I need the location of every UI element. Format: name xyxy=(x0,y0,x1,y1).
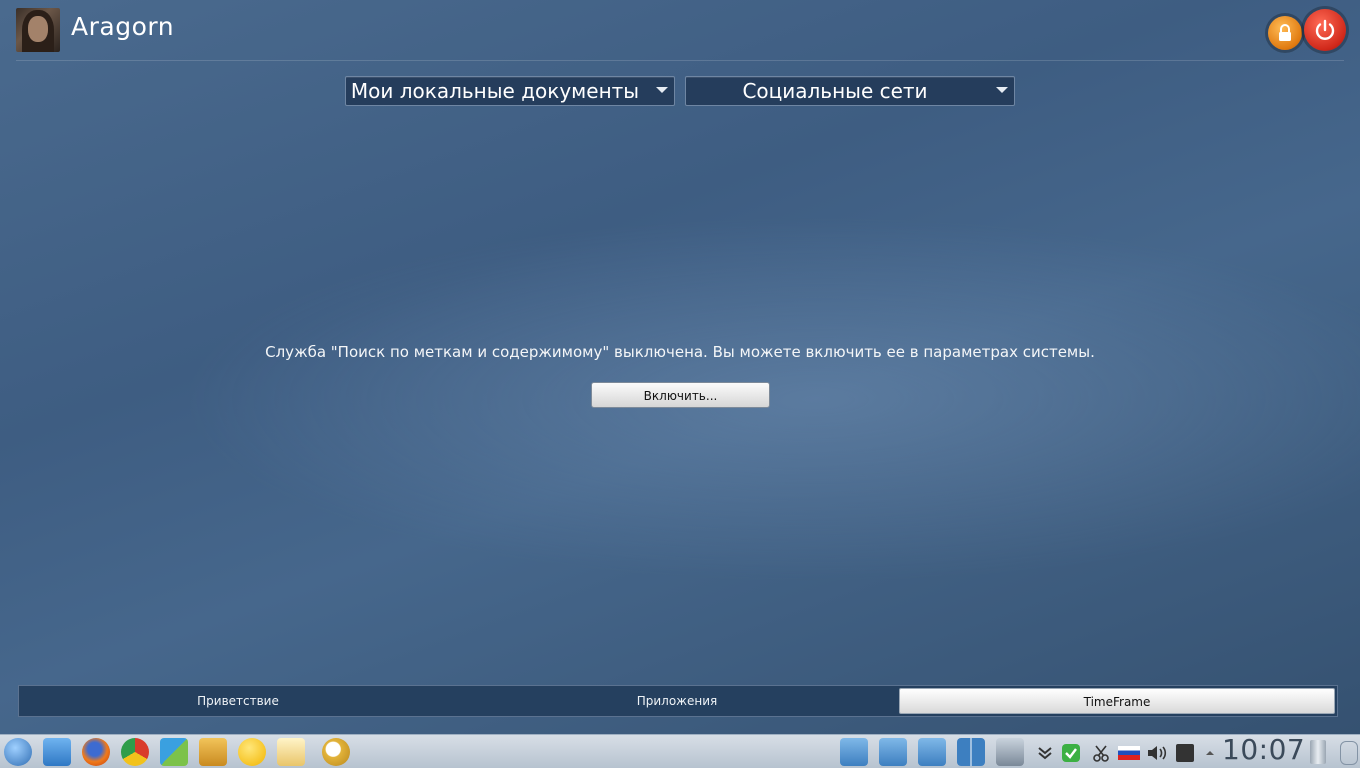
search-disabled-message: Служба "Поиск по меткам и содержимому" в… xyxy=(265,343,1095,361)
lock-icon xyxy=(1279,24,1291,41)
mail-icon[interactable] xyxy=(277,738,305,766)
tray-expand-icon[interactable] xyxy=(1203,744,1221,762)
tab-applications[interactable]: Приложения xyxy=(459,688,895,714)
power-icon xyxy=(1315,19,1335,40)
volume-icon[interactable] xyxy=(1146,744,1167,762)
start-menu-icon[interactable] xyxy=(4,738,32,766)
download-arrow xyxy=(1038,747,1052,760)
trash-icon[interactable] xyxy=(1310,740,1326,764)
lock-screen-button[interactable] xyxy=(1268,16,1302,50)
social-networks-dropdown[interactable]: Социальные сети xyxy=(685,76,1015,106)
scissors-glyph xyxy=(1093,745,1109,762)
header-divider xyxy=(16,60,1344,61)
printer-icon[interactable] xyxy=(1176,744,1194,762)
clipboard-scissors-icon[interactable] xyxy=(1092,744,1110,762)
tab-bar: Приветствие Приложения TimeFrame xyxy=(18,685,1338,717)
enable-button[interactable]: Включить... xyxy=(591,382,770,408)
taskbar: 10:07 xyxy=(0,733,1360,768)
firefox-icon[interactable] xyxy=(82,738,110,766)
system-settings-icon[interactable] xyxy=(996,738,1024,766)
chevron-up-icon xyxy=(1206,751,1214,755)
desktop-grid-icon[interactable] xyxy=(957,738,985,766)
screenshot-icon-3[interactable] xyxy=(918,738,946,766)
local-documents-dropdown[interactable]: Мои локальные документы xyxy=(345,76,675,106)
user-name: Aragorn xyxy=(71,12,175,41)
chevron-down-icon xyxy=(996,87,1008,93)
search-tool-icon[interactable] xyxy=(322,738,350,766)
download-icon[interactable] xyxy=(1036,744,1054,762)
chat-icon[interactable] xyxy=(238,738,266,766)
power-button[interactable] xyxy=(1304,9,1346,51)
russian-flag-icon[interactable] xyxy=(1118,746,1140,760)
chrome-icon[interactable] xyxy=(121,738,149,766)
dropdown-label: Мои локальные документы xyxy=(350,79,640,103)
screenshot-icon[interactable] xyxy=(840,738,868,766)
office-calc-icon[interactable] xyxy=(160,738,188,766)
updates-check-icon[interactable] xyxy=(1062,744,1080,762)
avatar-face xyxy=(28,16,48,42)
file-manager-icon[interactable] xyxy=(43,738,71,766)
tab-welcome[interactable]: Приветствие xyxy=(21,688,455,714)
notes-icon[interactable] xyxy=(199,738,227,766)
tab-timeframe[interactable]: TimeFrame xyxy=(899,688,1335,714)
user-avatar[interactable] xyxy=(16,8,60,52)
panel-toolbox-icon[interactable] xyxy=(1340,741,1358,765)
chevron-down-icon xyxy=(656,87,668,93)
dropdown-label: Социальные сети xyxy=(742,79,928,103)
clock[interactable]: 10:07 xyxy=(1222,733,1305,766)
check-mark xyxy=(1065,748,1077,759)
speaker-glyph xyxy=(1148,746,1167,760)
screenshot-icon-2[interactable] xyxy=(879,738,907,766)
